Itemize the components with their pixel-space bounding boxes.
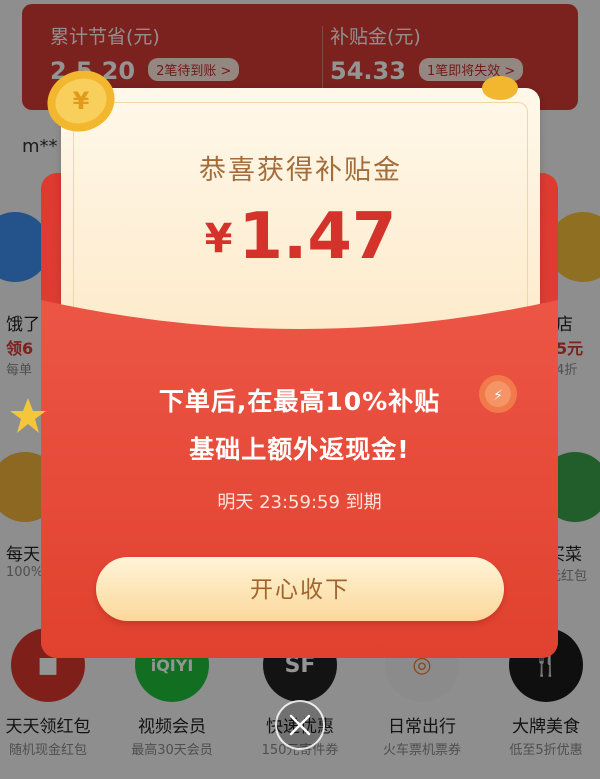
svg-text:¥: ¥ xyxy=(73,87,90,115)
amount-value: 1.47 xyxy=(238,200,397,274)
accept-button[interactable]: 开心收下 xyxy=(96,557,504,621)
close-icon xyxy=(289,714,311,736)
expiry-text: 明天 23:59:59 到期 xyxy=(217,492,382,513)
reward-description-line2: 基础上额外返现金! xyxy=(189,435,410,464)
gold-coin-small-icon xyxy=(482,76,518,100)
gold-coin-icon: ¥ xyxy=(47,70,115,132)
reward-title: 恭喜获得补贴金 xyxy=(199,155,402,186)
svg-text:⚡: ⚡ xyxy=(493,388,503,404)
reward-amount: ¥1.47 xyxy=(61,200,540,274)
close-button[interactable] xyxy=(275,700,325,750)
star-icon xyxy=(10,398,46,433)
coin-badge-icon: ⚡ xyxy=(479,375,517,413)
currency-symbol: ¥ xyxy=(204,216,233,262)
